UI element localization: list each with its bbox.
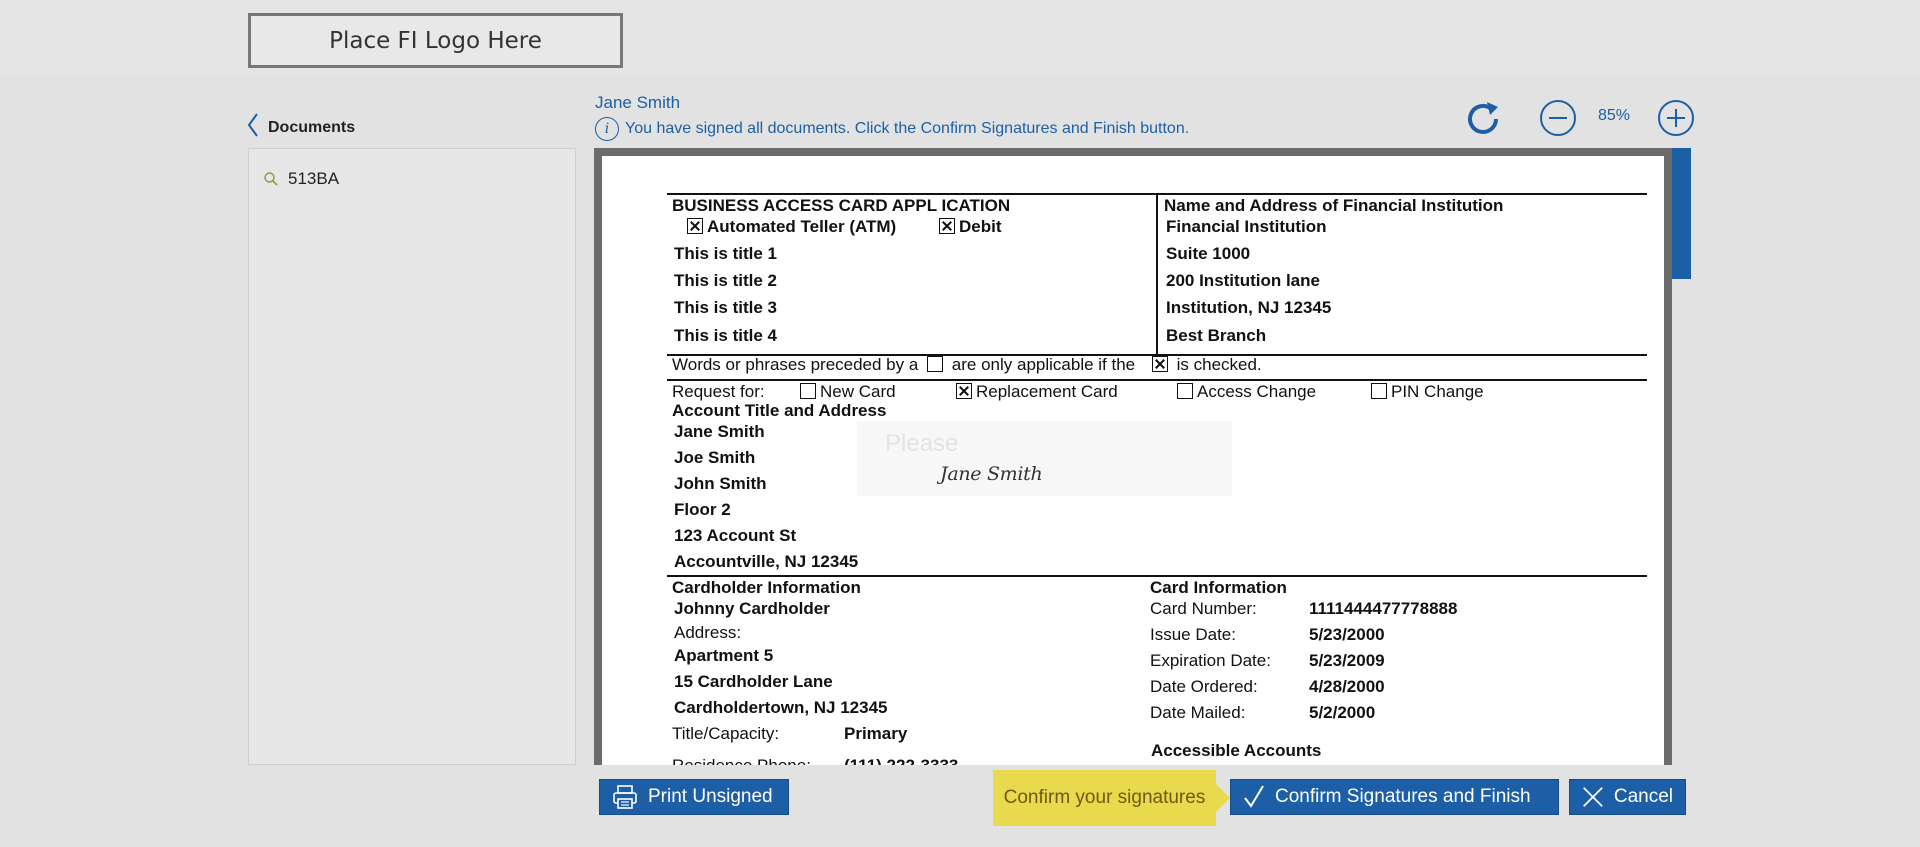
notice-text: Words or phrases preceded by a are only … bbox=[672, 355, 1262, 374]
document-viewer[interactable]: BUSINESS ACCESS CARD APPL ICATION Automa… bbox=[594, 148, 1672, 765]
fi-line: Best Branch bbox=[1166, 326, 1267, 345]
card-info-heading: Card Information bbox=[1150, 578, 1287, 597]
checkmark-icon bbox=[1244, 785, 1264, 808]
rotate-icon[interactable] bbox=[1462, 98, 1504, 140]
request-option-access-change: Access Change bbox=[1177, 382, 1316, 402]
card-type-atm: Automated Teller (ATM) bbox=[687, 217, 896, 237]
card-info-label: Expiration Date: bbox=[1150, 651, 1271, 670]
account-line: Accountville, NJ 12345 bbox=[674, 552, 859, 571]
confirm-signatures-finish-button[interactable]: Confirm Signatures and Finish bbox=[1230, 779, 1559, 815]
document-page: BUSINESS ACCESS CARD APPL ICATION Automa… bbox=[602, 156, 1664, 765]
checkbox-unchecked bbox=[927, 356, 944, 372]
info-icon: i bbox=[595, 117, 619, 141]
title-line: This is title 3 bbox=[674, 298, 777, 317]
title-capacity-label: Title/Capacity: bbox=[672, 724, 780, 743]
cardholder-name: Johnny Cardholder bbox=[674, 599, 830, 618]
print-unsigned-button[interactable]: Print Unsigned bbox=[599, 779, 789, 815]
accessible-accounts-heading: Accessible Accounts bbox=[1151, 741, 1322, 760]
zoom-out-icon[interactable] bbox=[1538, 98, 1578, 138]
fi-line: 200 Institution lane bbox=[1166, 271, 1320, 290]
card-info-label: Date Ordered: bbox=[1150, 677, 1258, 696]
document-list-item-label: 513BA bbox=[288, 169, 340, 188]
card-info-value: 4/28/2000 bbox=[1309, 677, 1385, 696]
request-for-label: Request for: bbox=[672, 382, 765, 401]
cardholder-heading: Cardholder Information bbox=[672, 578, 861, 597]
search-icon bbox=[264, 172, 278, 186]
checkbox-checked bbox=[687, 218, 703, 234]
card-info-label: Issue Date: bbox=[1150, 625, 1236, 644]
chevron-left-icon bbox=[247, 113, 258, 137]
title-line: This is title 1 bbox=[674, 244, 777, 263]
fi-line: Suite 1000 bbox=[1166, 244, 1251, 263]
checkbox-checked bbox=[956, 383, 972, 399]
close-icon bbox=[1583, 787, 1603, 807]
title-capacity-value: Primary bbox=[844, 724, 908, 743]
cancel-label: Cancel bbox=[1613, 786, 1673, 807]
account-line: Floor 2 bbox=[674, 500, 731, 519]
residence-phone-value: (111) 222-3333 bbox=[844, 756, 958, 765]
account-line: 123 Account St bbox=[674, 526, 797, 545]
signer-name: Jane Smith bbox=[595, 93, 681, 112]
address-label: Address: bbox=[674, 623, 742, 642]
documents-title: Documents bbox=[268, 119, 356, 136]
rule bbox=[667, 575, 1647, 577]
title-line: This is title 2 bbox=[674, 271, 777, 290]
checkbox-checked bbox=[939, 218, 955, 234]
checkbox-checked bbox=[1151, 356, 1168, 372]
account-line: John Smith bbox=[674, 474, 767, 493]
checkbox-unchecked bbox=[800, 383, 816, 399]
residence-phone-label: Residence Phone: bbox=[672, 756, 811, 765]
request-option-pin-change: PIN Change bbox=[1371, 382, 1484, 402]
address-line: Cardholdertown, NJ 12345 bbox=[674, 698, 888, 717]
card-info-value: 5/23/2000 bbox=[1309, 625, 1385, 644]
card-info-value: 5/23/2009 bbox=[1309, 651, 1385, 670]
account-line: Joe Smith bbox=[674, 448, 756, 467]
print-unsigned-label: Print Unsigned bbox=[648, 786, 773, 807]
card-info-value: 5/2/2000 bbox=[1309, 703, 1376, 722]
request-option-new-card: New Card bbox=[800, 382, 896, 402]
applied-signature: Jane Smith bbox=[940, 463, 1043, 485]
fi-heading: Name and Address of Financial Institutio… bbox=[1164, 196, 1504, 215]
document-list-panel: 513BA bbox=[248, 148, 576, 765]
document-list-item[interactable]: 513BA bbox=[263, 169, 339, 189]
viewer-scrollbar-thumb[interactable] bbox=[1672, 148, 1691, 279]
info-message-text: You have signed all documents. Click the… bbox=[625, 120, 1190, 137]
card-info-label: Date Mailed: bbox=[1150, 703, 1246, 722]
documents-back-link[interactable]: Documents bbox=[246, 112, 355, 138]
confirm-signatures-callout: Confirm your signatures bbox=[993, 770, 1230, 826]
confirm-signatures-finish-label: Confirm Signatures and Finish bbox=[1275, 786, 1531, 807]
zoom-level: 85% bbox=[1598, 107, 1631, 124]
account-heading: Account Title and Address bbox=[672, 401, 887, 420]
fi-logo-placeholder: Place FI Logo Here bbox=[248, 13, 623, 68]
checkbox-unchecked bbox=[1371, 383, 1387, 399]
column-divider bbox=[1156, 193, 1158, 354]
fi-line: Institution, NJ 12345 bbox=[1166, 298, 1332, 317]
signature-field-ghost-text: Please bbox=[885, 430, 959, 457]
printer-icon bbox=[613, 785, 637, 809]
cancel-button[interactable]: Cancel bbox=[1569, 779, 1686, 815]
zoom-in-icon[interactable] bbox=[1656, 98, 1696, 138]
card-info-label: Card Number: bbox=[1150, 599, 1257, 618]
info-message: i You have signed all documents. Click t… bbox=[595, 117, 1189, 141]
card-info-value: 1111444477778888 bbox=[1309, 599, 1458, 618]
fi-line: Financial Institution bbox=[1166, 217, 1327, 236]
card-type-debit: Debit bbox=[939, 217, 1002, 237]
request-option-replacement-card: Replacement Card bbox=[956, 382, 1118, 402]
title-line: This is title 4 bbox=[674, 326, 777, 345]
account-line: Jane Smith bbox=[674, 422, 765, 441]
checkbox-unchecked bbox=[1177, 383, 1193, 399]
top-bar: Place FI Logo Here bbox=[0, 0, 1920, 78]
form-title: BUSINESS ACCESS CARD APPL ICATION bbox=[672, 196, 1011, 215]
address-line: Apartment 5 bbox=[674, 646, 774, 665]
address-line: 15 Cardholder Lane bbox=[674, 672, 833, 691]
rule bbox=[667, 379, 1647, 381]
